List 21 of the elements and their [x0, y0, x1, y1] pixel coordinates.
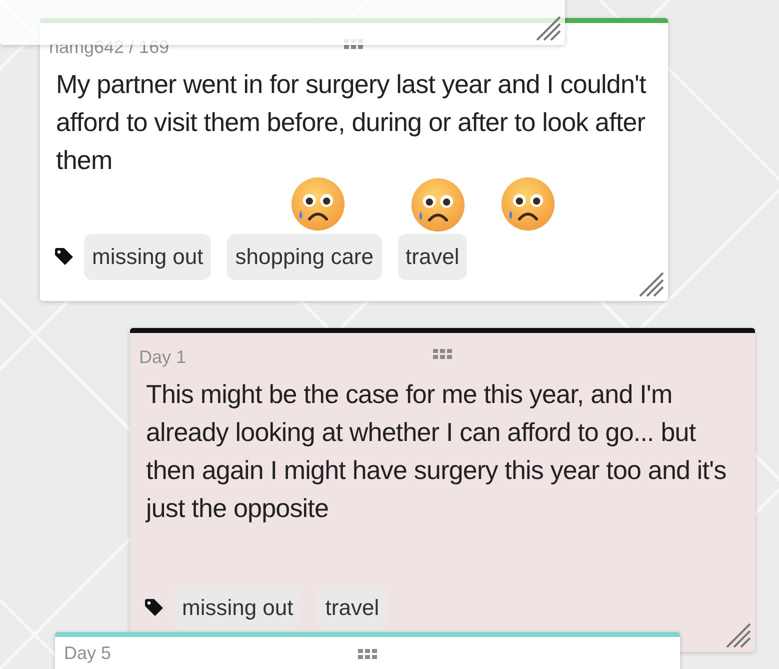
card-header: namg642 / 169 [49, 38, 170, 56]
tag-chip[interactable]: travel [398, 234, 468, 280]
tag-icon [144, 599, 164, 617]
resize-handle-icon[interactable] [535, 15, 561, 41]
tag-chip[interactable]: shopping care [227, 234, 382, 280]
tag-chip[interactable]: travel [317, 585, 388, 631]
drag-handle-icon[interactable] [432, 349, 452, 360]
tag-icon [54, 248, 74, 266]
note-card[interactable]: Day 1 This might be the case for me this year, and I'm already looking at whether I can afford to go... but then again I might have surgery this year too and it's just the opposite missing out travel [130, 328, 755, 652]
card-header: Day 5 [64, 644, 112, 662]
resize-handle-icon[interactable] [725, 622, 751, 648]
card-header: Day 1 [139, 348, 186, 366]
resize-handle-icon[interactable] [638, 271, 664, 297]
tag-chip[interactable]: missing out [174, 585, 302, 631]
card-text: This might be the case for me this year, and I'm already looking at whether I can afford to go... but then again I might have surgery this year too and it's just the opposite [146, 378, 728, 525]
tag-chip[interactable]: missing out [84, 234, 212, 280]
drag-handle-icon[interactable] [358, 649, 378, 660]
sad-tear-emoji-icon [410, 177, 466, 233]
sad-tear-emoji-icon [500, 176, 556, 232]
sad-tear-emoji-icon [290, 176, 346, 232]
card-text: My partner went in for surgery last year and I couldn't afford to visit them before, during or after to look after them [56, 68, 646, 177]
